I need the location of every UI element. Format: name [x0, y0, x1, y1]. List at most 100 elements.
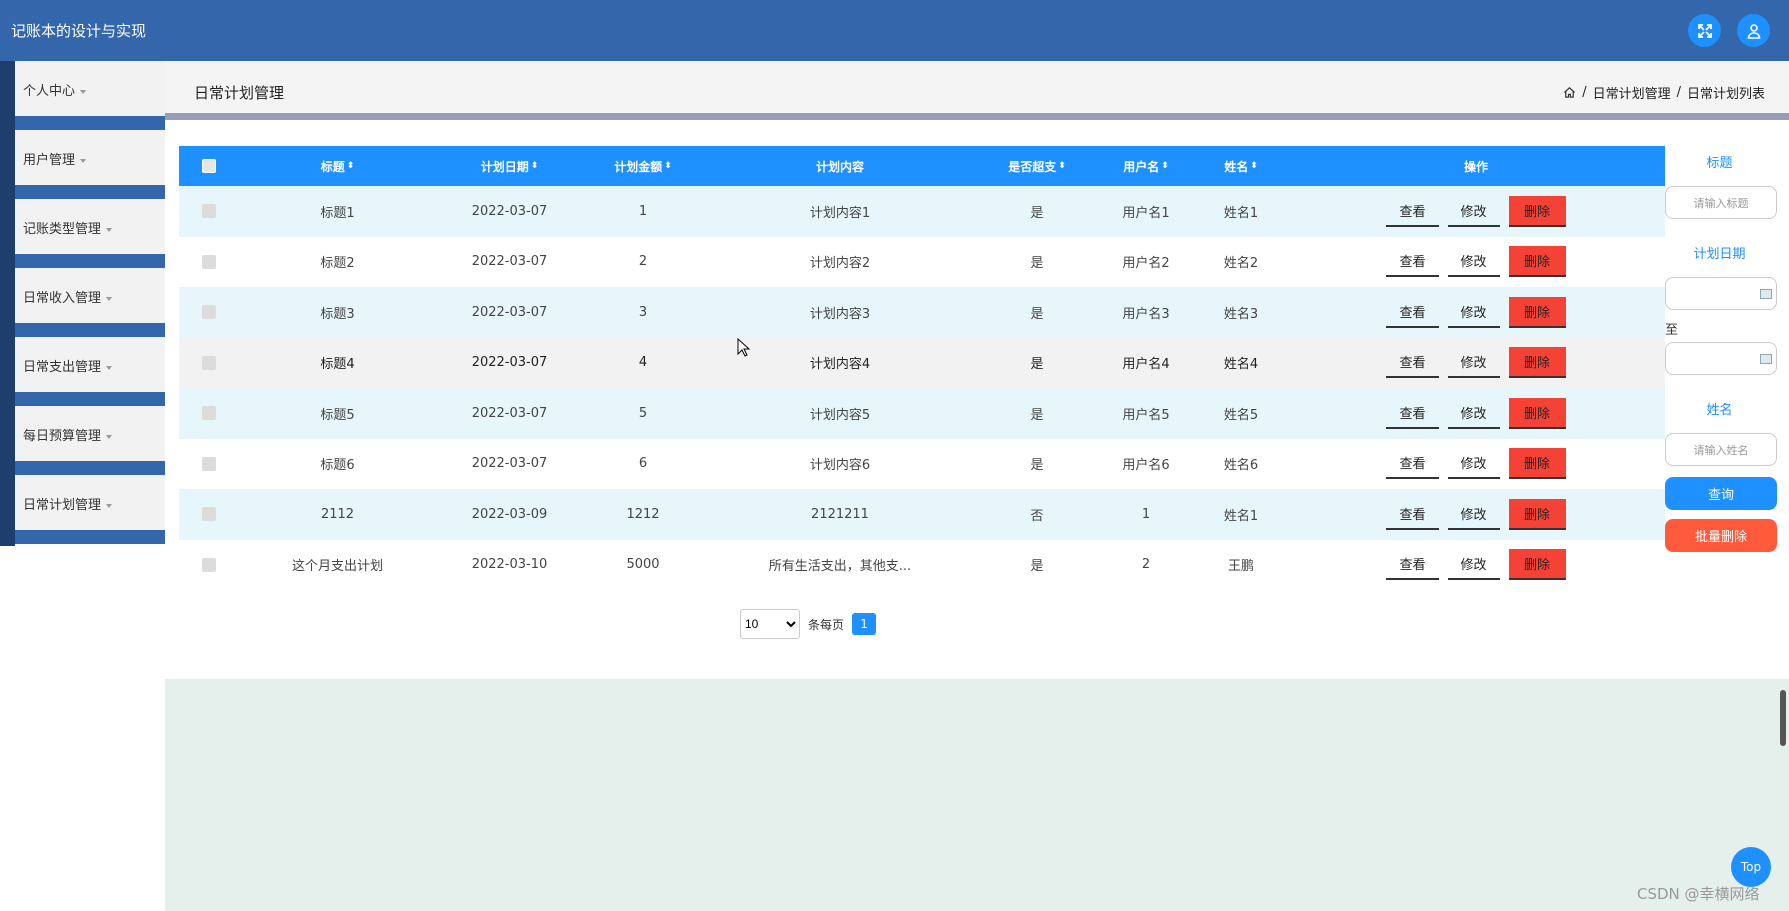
delete-button[interactable]: 删除	[1508, 195, 1566, 227]
sidebar-item-personal-center[interactable]: 个人中心	[0, 61, 165, 130]
row-checkbox[interactable]	[202, 557, 216, 572]
cell-date: 2022-03-07	[471, 203, 548, 219]
sidebar-item-income-management[interactable]: 日常收入管理	[0, 268, 165, 337]
user-button[interactable]	[1737, 14, 1770, 47]
caret-down-icon	[106, 227, 113, 232]
breadcrumb-item[interactable]: 日常计划管理	[1593, 83, 1671, 102]
edit-button[interactable]: 修改	[1447, 246, 1500, 278]
view-button[interactable]: 查看	[1386, 246, 1439, 278]
date-end-input[interactable]	[1665, 342, 1777, 375]
edit-button[interactable]: 修改	[1447, 448, 1500, 480]
top-bar: 记账本的设计与实现	[0, 0, 1789, 61]
row-checkbox[interactable]	[202, 355, 216, 370]
table-header: 标题 ⬍ 计划日期 ⬍ 计划金额 ⬍ 计划内容 是否超支 ⬍ 用户名 ⬍ 姓名 ⬍ 操作	[179, 146, 1665, 186]
delete-button[interactable]: 删除	[1508, 246, 1566, 278]
name-search-input[interactable]: 请输入姓名	[1665, 433, 1777, 466]
view-button[interactable]: 查看	[1386, 196, 1439, 227]
cell-username: 1	[1141, 506, 1151, 522]
table-row: 标题6 2022-03-07 6 计划内容6 是 用户名6 姓名6 查看 修改 …	[179, 439, 1665, 490]
view-button[interactable]: 查看	[1386, 297, 1439, 328]
sidebar-item-label: 个人中心	[23, 84, 76, 99]
breadcrumb: / 日常计划管理 / 日常计划列表	[1563, 83, 1765, 102]
row-checkbox[interactable]	[202, 254, 216, 269]
cell-over: 是	[1030, 559, 1044, 575]
view-button[interactable]: 查看	[1386, 448, 1439, 480]
sidebar-item-label: 每日预算管理	[23, 429, 102, 444]
view-button[interactable]: 查看	[1386, 398, 1439, 429]
plan-table: 标题 ⬍ 计划日期 ⬍ 计划金额 ⬍ 计划内容 是否超支 ⬍ 用户名 ⬍ 姓名 ⬍ 操作 标…	[179, 146, 1665, 590]
cell-username: 用户名2	[1122, 256, 1170, 272]
fullscreen-button[interactable]	[1688, 14, 1721, 47]
scrollbar-thumb[interactable]	[1780, 690, 1786, 746]
caret-down-icon	[106, 434, 113, 439]
search-button[interactable]: 查询	[1665, 477, 1777, 510]
title-search-input[interactable]: 请输入标题	[1665, 186, 1777, 219]
column-header-name[interactable]: 姓名 ⬍	[1195, 146, 1287, 186]
page-size-select[interactable]: 10	[740, 609, 800, 639]
cell-title: 2112	[320, 506, 355, 522]
column-header-title[interactable]: 标题 ⬍	[239, 146, 436, 186]
home-icon[interactable]	[1563, 86, 1576, 99]
cell-date: 2022-03-10	[471, 557, 548, 573]
cell-username: 用户名1	[1122, 205, 1170, 221]
cell-over: 是	[1030, 407, 1044, 423]
row-checkbox[interactable]	[202, 406, 216, 421]
row-checkbox[interactable]	[202, 305, 216, 320]
delete-button[interactable]: 删除	[1508, 498, 1566, 530]
column-header-date[interactable]: 计划日期 ⬍	[436, 146, 583, 186]
cell-over: 否	[1030, 508, 1044, 524]
batch-delete-button[interactable]: 批量删除	[1665, 519, 1777, 552]
delete-button[interactable]: 删除	[1508, 296, 1566, 328]
delete-button[interactable]: 删除	[1508, 397, 1566, 429]
caret-down-icon	[106, 365, 113, 370]
cell-username: 用户名6	[1122, 458, 1170, 474]
column-header-over[interactable]: 是否超支 ⬍	[977, 146, 1097, 186]
table-row: 标题3 2022-03-07 3 计划内容3 是 用户名3 姓名3 查看 修改 …	[179, 287, 1665, 338]
edit-button[interactable]: 修改	[1447, 297, 1500, 328]
cell-content: 计划内容3	[809, 306, 871, 322]
delete-button[interactable]: 删除	[1508, 347, 1566, 379]
table-row: 标题5 2022-03-07 5 计划内容5 是 用户名5 姓名5 查看 修改 …	[179, 388, 1665, 439]
sidebar-item-user-management[interactable]: 用户管理	[0, 130, 165, 199]
caret-down-icon	[106, 296, 113, 301]
cell-date: 2022-03-07	[471, 355, 548, 371]
row-checkbox[interactable]	[202, 456, 216, 471]
cell-name: 姓名6	[1223, 458, 1259, 474]
cell-title: 标题5	[320, 407, 355, 423]
sidebar-item-label: 用户管理	[23, 153, 76, 168]
sort-icon: ⬍	[1161, 161, 1169, 171]
edit-button[interactable]: 修改	[1447, 347, 1500, 379]
row-checkbox[interactable]	[202, 507, 216, 522]
select-all-checkbox[interactable]	[202, 159, 216, 173]
cell-amount: 5	[638, 405, 648, 421]
delete-button[interactable]: 删除	[1508, 549, 1566, 581]
column-header-username[interactable]: 用户名 ⬍	[1097, 146, 1195, 186]
table-row: 这个月支出计划 2022-03-10 5000 所有生活支出，其他支... 是 …	[179, 540, 1665, 591]
page-number-button[interactable]: 1	[852, 613, 877, 635]
sidebar-item-expense-management[interactable]: 日常支出管理	[0, 337, 165, 406]
sort-icon: ⬍	[1250, 161, 1258, 171]
edit-button[interactable]: 修改	[1447, 499, 1500, 530]
edit-button[interactable]: 修改	[1447, 196, 1500, 227]
edit-button[interactable]: 修改	[1447, 549, 1500, 581]
cell-over: 是	[1030, 458, 1044, 474]
column-header-content: 计划内容	[815, 159, 864, 174]
sidebar-item-plan-management[interactable]: 日常计划管理	[0, 475, 165, 544]
date-start-input[interactable]	[1665, 277, 1777, 310]
cell-over: 是	[1030, 205, 1044, 221]
row-checkbox[interactable]	[202, 204, 216, 219]
edit-button[interactable]: 修改	[1447, 398, 1500, 429]
cell-name: 姓名4	[1223, 357, 1259, 373]
view-button[interactable]: 查看	[1386, 347, 1439, 379]
delete-button[interactable]: 删除	[1508, 448, 1566, 480]
cell-name: 姓名1	[1223, 508, 1259, 524]
cell-date: 2022-03-07	[471, 304, 548, 320]
caret-down-icon	[80, 89, 87, 94]
content-footer-area	[165, 679, 1789, 911]
back-to-top-button[interactable]: Top	[1731, 847, 1771, 887]
view-button[interactable]: 查看	[1386, 549, 1439, 581]
sidebar-item-budget-management[interactable]: 每日预算管理	[0, 406, 165, 475]
view-button[interactable]: 查看	[1386, 499, 1439, 530]
sidebar-item-type-management[interactable]: 记账类型管理	[0, 199, 165, 268]
column-header-amount[interactable]: 计划金额 ⬍	[583, 146, 703, 186]
